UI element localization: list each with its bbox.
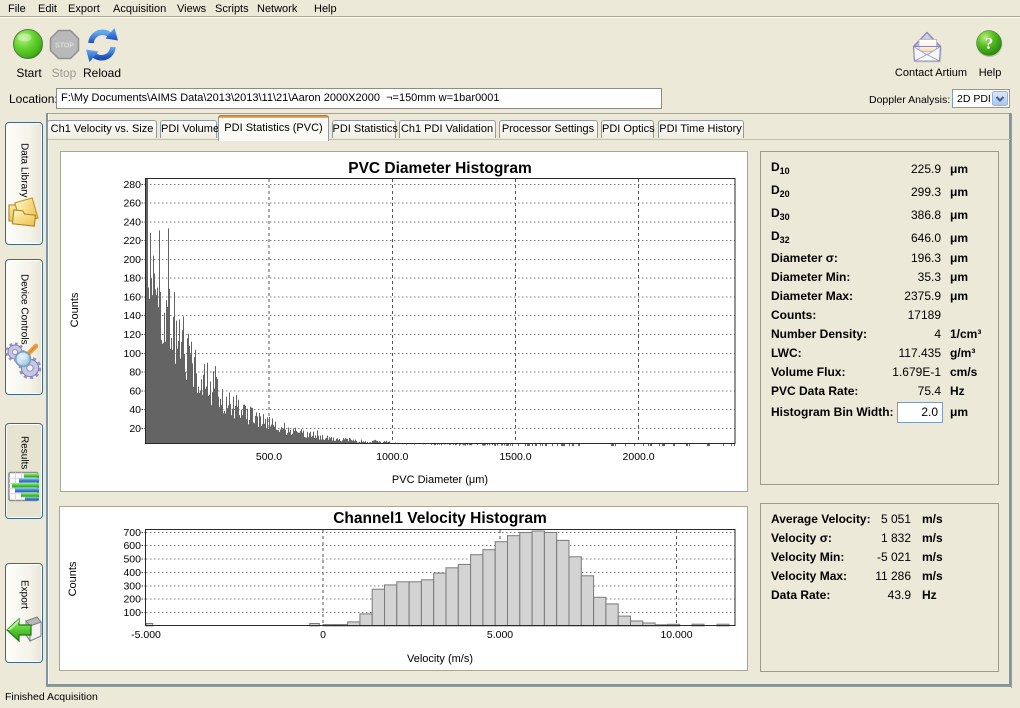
svg-text:600: 600: [123, 540, 141, 552]
svg-text:120: 120: [123, 329, 141, 341]
svg-text:100: 100: [123, 348, 141, 360]
svg-text:260: 260: [123, 198, 141, 210]
svg-text:Velocity (m/s): Velocity (m/s): [407, 653, 473, 665]
svg-text:1000.0: 1000.0: [376, 451, 408, 463]
svg-text:200: 200: [123, 594, 141, 606]
svg-text:500.0: 500.0: [256, 451, 282, 463]
svg-text:PVC Diameter Histogram: PVC Diameter Histogram: [348, 160, 531, 177]
svg-text:300: 300: [123, 580, 141, 592]
svg-text:700: 700: [123, 527, 141, 539]
svg-text:60: 60: [129, 385, 141, 397]
svg-text:STOP: STOP: [55, 43, 74, 50]
svg-text:5.000: 5.000: [487, 629, 513, 641]
svg-text:1500.0: 1500.0: [499, 451, 531, 463]
svg-text:20: 20: [129, 423, 141, 435]
svg-text:PVC Diameter (μm): PVC Diameter (μm): [392, 474, 488, 486]
svg-text:240: 240: [123, 216, 141, 228]
svg-text:Counts: Counts: [69, 292, 81, 327]
svg-text:100: 100: [123, 607, 141, 619]
svg-text:500: 500: [123, 554, 141, 566]
svg-text:80: 80: [129, 367, 141, 379]
svg-text:?: ?: [985, 34, 994, 53]
svg-text:Channel1 Velocity Histogram: Channel1 Velocity Histogram: [333, 510, 547, 527]
svg-text:280: 280: [123, 179, 141, 191]
svg-text:0: 0: [320, 629, 326, 641]
svg-text:2000.0: 2000.0: [623, 451, 655, 463]
svg-text:220: 220: [123, 235, 141, 247]
svg-text:10.000: 10.000: [660, 629, 692, 641]
svg-text:180: 180: [123, 273, 141, 285]
svg-text:400: 400: [123, 567, 141, 579]
svg-text:-5.000: -5.000: [131, 629, 161, 641]
svg-text:Counts: Counts: [67, 561, 79, 596]
svg-text:140: 140: [123, 310, 141, 322]
svg-text:40: 40: [129, 404, 141, 416]
svg-text:200: 200: [123, 254, 141, 266]
svg-text:160: 160: [123, 291, 141, 303]
